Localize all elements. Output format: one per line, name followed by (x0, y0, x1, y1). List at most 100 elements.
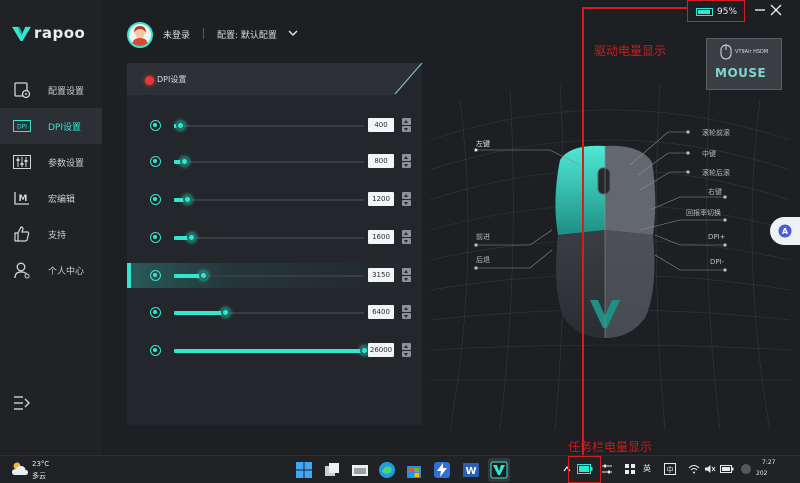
dpi-stepper[interactable] (402, 305, 411, 319)
dpi-stepper[interactable] (402, 230, 411, 244)
device-card[interactable]: VT9Air HSDM MOUSE (706, 38, 782, 90)
dpi-value-input[interactable]: 400 (368, 118, 394, 132)
dpi-radio-button[interactable] (150, 345, 161, 356)
label-middle-button[interactable]: 中键 (702, 149, 716, 159)
dpi-value-input[interactable]: 800 (368, 154, 394, 168)
dpi-slider[interactable] (174, 271, 364, 280)
rapoo-app-icon[interactable] (490, 461, 508, 479)
decrease-icon[interactable] (402, 350, 411, 357)
label-polling-switch[interactable]: 回报率切换 (686, 208, 721, 218)
lightning-app-icon[interactable] (433, 461, 451, 479)
task-view-icon[interactable] (323, 461, 341, 479)
cloudy-weather-icon[interactable] (11, 460, 29, 478)
dpi-slider-handle[interactable] (221, 308, 230, 317)
ime-icon[interactable]: 中 (664, 463, 676, 475)
store-icon[interactable] (405, 461, 423, 479)
dpi-slider[interactable] (174, 195, 364, 204)
floating-assistant-button[interactable]: A (770, 217, 800, 245)
word-icon[interactable]: W (462, 461, 480, 479)
dpi-level-row[interactable]: 1600 (127, 225, 422, 250)
sidebar-item-support[interactable]: 支持 (0, 216, 102, 252)
grid-app-icon[interactable] (624, 463, 636, 475)
dpi-value-input[interactable]: 6400 (368, 305, 394, 319)
label-scroll-forward[interactable]: 滚轮前滚 (702, 128, 730, 138)
dpi-slider-handle[interactable] (180, 157, 189, 166)
dpi-slider[interactable] (174, 121, 364, 130)
increase-icon[interactable] (402, 230, 411, 237)
dpi-slider-handle[interactable] (176, 121, 185, 130)
weather-temp[interactable]: 23°C (32, 460, 49, 468)
label-right-button[interactable]: 右键 (708, 187, 722, 197)
increase-icon[interactable] (402, 154, 411, 161)
dpi-level-row[interactable]: 6400 (127, 300, 422, 325)
decrease-icon[interactable] (402, 237, 411, 244)
dpi-slider[interactable] (174, 308, 364, 317)
user-name[interactable]: 未登录 (163, 28, 190, 41)
dpi-slider-handle[interactable] (187, 233, 196, 242)
increase-icon[interactable] (402, 343, 411, 350)
close-icon[interactable] (769, 3, 783, 17)
file-explorer-icon[interactable] (351, 461, 369, 479)
dpi-stepper[interactable] (402, 118, 411, 132)
sidebar-item-parameters[interactable]: 参数设置 (0, 144, 102, 180)
dpi-level-row[interactable]: 800 (127, 149, 422, 174)
collapse-sidebar-icon[interactable] (13, 395, 31, 411)
minimize-icon[interactable] (754, 3, 766, 17)
edge-icon[interactable] (378, 461, 396, 479)
label-left-button[interactable]: 左键 (476, 139, 490, 149)
clock-time[interactable]: 7:27 (762, 459, 775, 466)
dpi-value-input[interactable]: 1200 (368, 192, 394, 206)
label-scroll-back[interactable]: 滚轮后滚 (702, 168, 730, 178)
dpi-level-row[interactable]: 400 (127, 113, 422, 138)
dpi-radio-button[interactable] (150, 307, 161, 318)
clock-date[interactable]: 202 (756, 470, 767, 477)
profile-selector[interactable]: 配置: 默认配置 (217, 28, 277, 41)
decrease-icon[interactable] (402, 125, 411, 132)
sidebar-item-user-center[interactable]: 个人中心 (0, 252, 102, 288)
dpi-value-input[interactable]: 1600 (368, 230, 394, 244)
wifi-icon[interactable] (688, 464, 700, 474)
dpi-stepper[interactable] (402, 192, 411, 206)
dpi-radio-button[interactable] (150, 194, 161, 205)
label-back[interactable]: 后退 (476, 255, 490, 265)
dpi-stepper[interactable] (402, 268, 411, 282)
dpi-slider-handle[interactable] (183, 195, 192, 204)
dpi-level-row[interactable]: 26000 (127, 338, 422, 363)
windows-start-icon[interactable] (295, 461, 313, 479)
increase-icon[interactable] (402, 118, 411, 125)
dpi-slider[interactable] (174, 233, 364, 242)
label-dpi-minus[interactable]: DPI- (710, 258, 724, 266)
decrease-icon[interactable] (402, 199, 411, 206)
notification-icon[interactable] (740, 463, 752, 475)
avatar[interactable] (127, 22, 153, 48)
decrease-icon[interactable] (402, 275, 411, 282)
dpi-slider[interactable] (174, 346, 369, 355)
dpi-radio-button[interactable] (150, 270, 161, 281)
sidebar-item-profile-settings[interactable]: 配置设置 (0, 72, 102, 108)
increase-icon[interactable] (402, 192, 411, 199)
volume-muted-icon[interactable] (704, 464, 716, 474)
system-battery-icon[interactable] (720, 464, 734, 474)
weather-desc[interactable]: 多云 (32, 471, 46, 481)
dpi-slider[interactable] (174, 157, 364, 166)
dpi-value-input[interactable]: 26000 (368, 343, 394, 357)
label-dpi-plus[interactable]: DPI+ (708, 233, 726, 241)
dpi-level-row[interactable]: 3150 (127, 263, 422, 288)
increase-icon[interactable] (402, 305, 411, 312)
label-forward[interactable]: 前进 (476, 232, 490, 242)
increase-icon[interactable] (402, 268, 411, 275)
decrease-icon[interactable] (402, 161, 411, 168)
decrease-icon[interactable] (402, 312, 411, 319)
input-language[interactable]: 英 (643, 463, 651, 474)
dpi-radio-button[interactable] (150, 156, 161, 167)
settings-sliders-icon[interactable] (601, 463, 613, 475)
sidebar-item-macro[interactable]: M 宏编辑 (0, 180, 102, 216)
dpi-value-input[interactable]: 3150 (368, 268, 394, 282)
dpi-stepper[interactable] (402, 154, 411, 168)
sidebar-item-dpi[interactable]: DPI DPI设置 (0, 108, 102, 144)
dpi-slider-handle[interactable] (199, 271, 208, 280)
chevron-down-icon[interactable] (288, 29, 298, 37)
dpi-radio-button[interactable] (150, 232, 161, 243)
dpi-level-row[interactable]: 1200 (127, 187, 422, 212)
dpi-radio-button[interactable] (150, 120, 161, 131)
